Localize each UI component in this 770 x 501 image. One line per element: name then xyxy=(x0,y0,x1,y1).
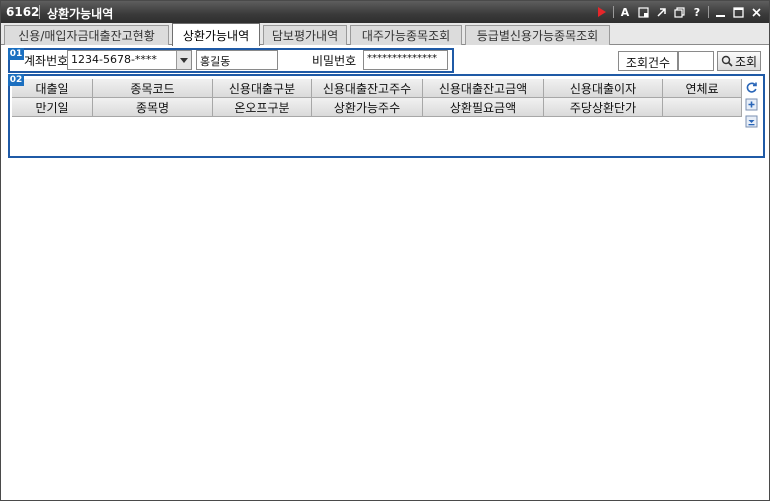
search-button[interactable]: 조회 xyxy=(717,51,761,71)
tab-grade-credit-stocks[interactable]: 등급별신용가능종목조회 xyxy=(465,25,610,45)
col-credit-loan-qty[interactable]: 신용대출잔고주수 xyxy=(312,79,423,98)
col-stock-code[interactable]: 종목코드 xyxy=(93,79,213,98)
section-marker-02: 02 xyxy=(8,74,24,86)
close-icon[interactable] xyxy=(747,4,765,20)
password-value: ************** xyxy=(367,53,437,64)
account-holder-name-value: 홍길동 xyxy=(200,55,231,68)
col-credit-loan-interest[interactable]: 신용대출이자 xyxy=(544,79,663,98)
play-icon[interactable] xyxy=(593,4,611,20)
col-stock-name[interactable]: 종목명 xyxy=(93,98,213,117)
col-required-repayment[interactable]: 상환필요금액 xyxy=(423,98,544,117)
grid-side-buttons xyxy=(744,80,760,131)
capture-icon[interactable] xyxy=(634,4,652,20)
titlebar-divider xyxy=(708,6,709,18)
tab-collateral-valuation[interactable]: 담보평가내역 xyxy=(263,25,347,45)
search-icon xyxy=(721,55,733,67)
screen-code: 6162 xyxy=(6,5,40,19)
col-empty xyxy=(663,98,742,117)
empty-content-area xyxy=(8,159,765,497)
tab-short-sale-stocks[interactable]: 대주가능종목조회 xyxy=(350,25,462,45)
window-title: 상환가능내역 xyxy=(47,7,114,21)
scroll-down-icon[interactable] xyxy=(744,114,758,128)
col-loan-date[interactable]: 대출일 xyxy=(12,79,93,98)
grid-section: 대출일 종목코드 신용대출구분 신용대출잔고주수 신용대출잔고금액 신용대출이자… xyxy=(8,74,765,158)
account-number-value: 1234-5678-**** xyxy=(71,53,157,66)
col-online-offline-type[interactable]: 온오프구분 xyxy=(213,98,312,117)
refresh-icon[interactable] xyxy=(744,80,758,94)
maximize-icon[interactable] xyxy=(729,4,747,20)
titlebar-divider xyxy=(613,6,614,18)
query-count-input[interactable] xyxy=(678,51,714,71)
password-label: 비밀번호 xyxy=(312,54,357,68)
add-column-icon[interactable] xyxy=(744,97,758,111)
account-number-select[interactable]: 1234-5678-**** xyxy=(67,50,192,70)
col-credit-loan-amount[interactable]: 신용대출잔고금액 xyxy=(423,79,544,98)
query-count-label: 조회건수 xyxy=(618,51,678,71)
col-credit-loan-type[interactable]: 신용대출구분 xyxy=(213,79,312,98)
col-repay-price-per-share[interactable]: 주당상환단가 xyxy=(544,98,663,117)
restore-icon[interactable] xyxy=(670,4,688,20)
popout-icon[interactable] xyxy=(652,4,670,20)
tab-repayable-details[interactable]: 상환가능내역 xyxy=(172,23,260,46)
search-button-label: 조회 xyxy=(734,54,758,69)
tab-credit-loan-balance[interactable]: 신용/매입자금대출잔고현황 xyxy=(4,25,169,45)
minimize-icon[interactable] xyxy=(711,4,729,20)
password-input[interactable]: ************** xyxy=(363,50,448,70)
help-icon[interactable]: ? xyxy=(688,4,706,20)
account-number-label: 계좌번호 xyxy=(24,54,69,68)
col-maturity-date[interactable]: 만기일 xyxy=(12,98,93,117)
chevron-down-icon[interactable] xyxy=(176,51,191,69)
title-bar[interactable]: 6162 상환가능내역 A ? xyxy=(1,1,769,23)
tab-bar: 신용/매입자금대출잔고현황 상환가능내역 담보평가내역 대주가능종목조회 등급별… xyxy=(1,23,769,46)
section-marker-01: 01 xyxy=(8,48,24,60)
titlebar-buttons: A ? xyxy=(593,4,765,20)
col-overdue-fee[interactable]: 연체료 xyxy=(663,79,742,98)
query-count-label-text: 조회건수 xyxy=(625,56,671,70)
font-icon[interactable]: A xyxy=(616,4,634,20)
account-holder-name: 홍길동 xyxy=(196,50,278,70)
main-window: 6162 상환가능내역 A ? 신용/매입자금대출잔고현황 상환가능내역 담보평… xyxy=(0,0,770,501)
title-divider xyxy=(39,5,40,19)
col-repayable-qty[interactable]: 상환가능주수 xyxy=(312,98,423,117)
